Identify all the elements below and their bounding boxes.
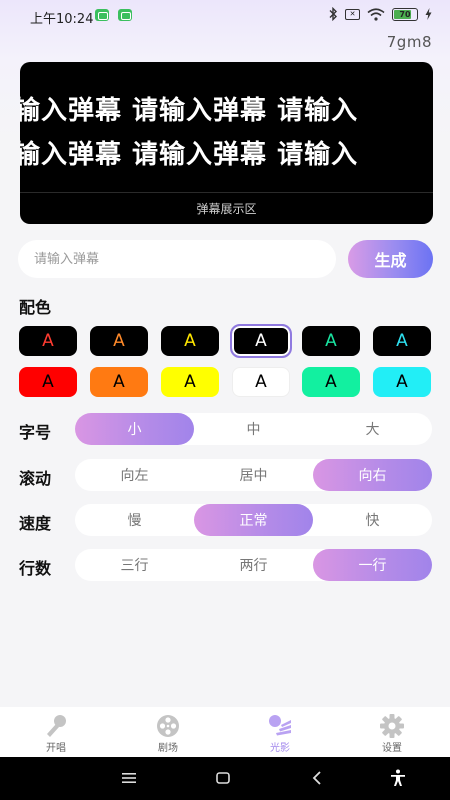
no-sim-icon: ✕ <box>345 8 360 20</box>
tab-label: 剧场 <box>158 743 178 754</box>
wifi-icon <box>367 7 385 21</box>
charging-icon <box>425 8 432 20</box>
menu-icon[interactable] <box>117 767 141 789</box>
status-time: 上午10:24 <box>30 12 94 27</box>
tab-label: 光影 <box>270 743 290 754</box>
scroll-direction-selector: 向左 居中 向右 <box>75 459 432 491</box>
generate-button[interactable]: 生成 <box>348 240 433 278</box>
color-swatch[interactable]: A <box>302 326 360 356</box>
lines-title: 行数 <box>19 559 52 578</box>
color-swatch[interactable]: A <box>90 367 148 397</box>
divider <box>20 192 433 193</box>
scroll-option-right[interactable]: 向右 <box>313 459 432 491</box>
battery-icon: 70 <box>392 7 418 21</box>
status-bar: 上午10:24 ✕ 70 <box>0 0 450 30</box>
font-size-selector: 小 中 大 <box>75 413 432 445</box>
tab-label: 设置 <box>382 743 402 754</box>
lines-option-two[interactable]: 两行 <box>194 549 313 581</box>
home-icon[interactable] <box>211 767 235 789</box>
scroll-option-left[interactable]: 向左 <box>75 459 194 491</box>
status-icons: ✕ 70 <box>328 7 432 21</box>
font-size-option-large[interactable]: 大 <box>313 413 432 445</box>
bottom-tab-bar: 开唱 剧场 光影 设置 <box>0 707 450 757</box>
font-size-option-small[interactable]: 小 <box>75 413 194 445</box>
wechat-notification-icon <box>95 9 109 21</box>
danmaku-display-area: 输入弹幕 请输入弹幕 请输入 输入弹幕 请输入弹幕 请输入 弹幕展示区 <box>20 62 433 224</box>
tab-label: 开唱 <box>46 743 66 754</box>
speed-title: 速度 <box>19 514 52 533</box>
font-size-title: 字号 <box>19 423 52 442</box>
scroll-option-center[interactable]: 居中 <box>194 459 313 491</box>
color-swatch[interactable]: A <box>302 367 360 397</box>
scroll-title: 滚动 <box>19 469 52 488</box>
tab-sing[interactable]: 开唱 <box>0 707 112 757</box>
lines-option-three[interactable]: 三行 <box>75 549 194 581</box>
color-swatch[interactable]: A <box>90 326 148 356</box>
color-swatch[interactable]: A <box>373 326 431 356</box>
color-swatch[interactable]: A <box>232 367 290 397</box>
color-swatch[interactable]: A <box>373 367 431 397</box>
speed-option-fast[interactable]: 快 <box>313 504 432 536</box>
lines-option-one[interactable]: 一行 <box>313 549 432 581</box>
speed-selector: 慢 正常 快 <box>75 504 432 536</box>
danmaku-text-line: 输入弹幕 请输入弹幕 请输入 <box>20 140 359 170</box>
color-swatch[interactable]: A <box>161 326 219 356</box>
line-count-selector: 三行 两行 一行 <box>75 549 432 581</box>
light-beams-icon <box>269 715 291 736</box>
app-code: 7gm8 <box>386 33 432 51</box>
back-icon[interactable] <box>305 767 329 789</box>
danmaku-area-caption: 弹幕展示区 <box>196 202 257 216</box>
speed-option-slow[interactable]: 慢 <box>75 504 194 536</box>
bluetooth-icon <box>329 7 337 21</box>
wechat-notification-icon <box>118 9 132 21</box>
film-reel-icon <box>157 715 179 737</box>
tab-light[interactable]: 光影 <box>224 707 336 757</box>
accessibility-icon[interactable] <box>386 767 410 789</box>
color-swatch[interactable]: A <box>19 367 77 397</box>
color-swatch[interactable]: A <box>19 326 77 356</box>
danmaku-input[interactable] <box>18 240 336 278</box>
font-size-option-medium[interactable]: 中 <box>194 413 313 445</box>
microphone-icon <box>47 715 66 737</box>
system-navigation-bar <box>0 757 450 800</box>
speed-option-normal[interactable]: 正常 <box>194 504 313 536</box>
battery-level: 70 <box>399 9 411 19</box>
danmaku-text-line: 输入弹幕 请输入弹幕 请输入 <box>20 96 359 126</box>
color-section-title: 配色 <box>19 298 52 317</box>
color-swatch[interactable]: A <box>161 367 219 397</box>
tab-settings[interactable]: 设置 <box>336 707 448 757</box>
color-swatch[interactable]: A <box>230 324 292 358</box>
tab-theater[interactable]: 剧场 <box>112 707 224 757</box>
gear-icon <box>380 714 404 738</box>
